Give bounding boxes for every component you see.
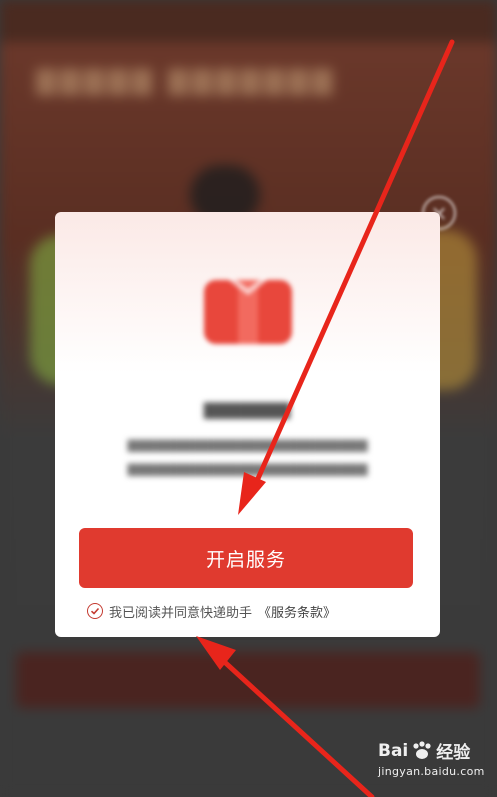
- agreement-row[interactable]: 我已阅读并同意快递助手 《服务条款》: [87, 600, 427, 622]
- modal-description-blurred: ▇▇▇▇▇▇▇▇▇▇▇▇▇▇▇▇▇▇▇▇▇▇▇▇▇▇: [127, 462, 368, 476]
- watermark-logo: Bai 经验: [378, 738, 490, 764]
- check-icon: [90, 607, 100, 615]
- watermark-logo-text: Bai: [378, 740, 409, 761]
- agreement-text: 我已阅读并同意快递助手: [109, 605, 253, 621]
- blurred-status-bar: [0, 0, 497, 42]
- enable-service-button[interactable]: 开启服务: [79, 528, 413, 588]
- blurred-banner-text: ▇▇▇▇▇ ▇▇▇▇▇▇▇: [36, 66, 337, 96]
- baidu-jingyan-watermark: Bai 经验 jingyan.baidu.com: [378, 738, 490, 790]
- watermark-url: jingyan.baidu.com: [378, 765, 485, 778]
- blurred-bottom-button: [16, 652, 480, 708]
- checkbox-checked-icon[interactable]: [87, 603, 103, 619]
- gift-box-icon: [204, 276, 292, 344]
- modal-title-blurred: ▇▇▇▇▇▇▇: [203, 400, 291, 419]
- terms-of-service-link[interactable]: 《服务条款》: [258, 602, 336, 621]
- modal-description-blurred: ▇▇▇▇▇▇▇▇▇▇▇▇▇▇▇▇▇▇▇▇▇▇▇▇▇▇: [127, 438, 368, 452]
- watermark-logo-suffix: 经验: [436, 743, 471, 763]
- paw-icon: [413, 740, 431, 759]
- service-modal: ▇▇▇▇▇▇▇ ▇▇▇▇▇▇▇▇▇▇▇▇▇▇▇▇▇▇▇▇▇▇▇▇▇▇ ▇▇▇▇▇…: [55, 212, 440, 637]
